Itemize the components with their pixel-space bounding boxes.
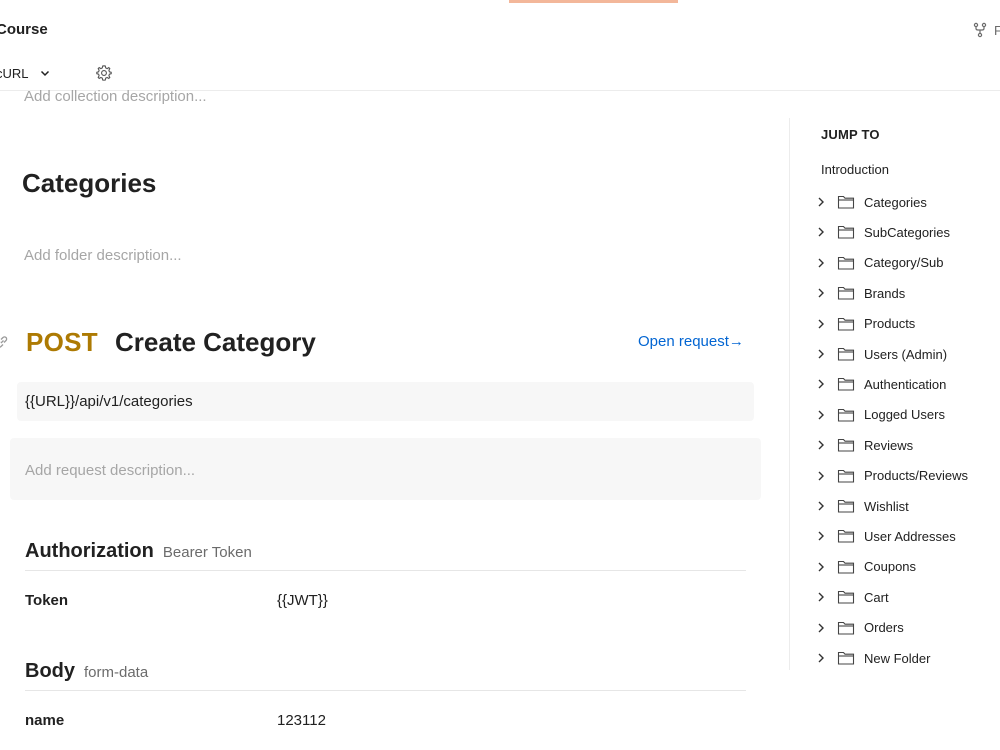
folder-icon xyxy=(837,591,855,604)
jump-to-item[interactable]: Users (Admin) xyxy=(814,344,1000,364)
jump-to-item-label: Orders xyxy=(864,620,904,636)
documentation-page: Course F cURL Add collection description… xyxy=(0,0,1000,750)
jump-to-item[interactable]: Category/Sub xyxy=(814,253,1000,273)
jump-to-item[interactable]: Wishlist xyxy=(814,496,1000,516)
chevron-right-icon xyxy=(818,440,824,450)
folder-icon xyxy=(837,560,855,574)
jump-to-item-label: Coupons xyxy=(864,559,917,575)
jump-to-item[interactable]: Reviews xyxy=(814,435,1000,455)
jump-to-item-label: Categories xyxy=(864,194,927,210)
jump-to-item[interactable]: SubCategories xyxy=(814,222,1000,242)
fork-icon xyxy=(973,22,987,38)
folder-icon xyxy=(837,530,855,543)
folder-icon xyxy=(837,378,855,391)
jump-to-item-label: Logged Users xyxy=(864,407,945,423)
collection-description[interactable]: Add collection description... xyxy=(24,88,207,105)
jump-to-item-label: Brands xyxy=(864,285,906,301)
chevron-down-icon xyxy=(40,70,49,77)
chevron-right-icon xyxy=(818,288,824,298)
jump-to-item[interactable]: Products/Reviews xyxy=(814,466,1000,486)
jump-to-item-label: SubCategories xyxy=(864,224,950,240)
folder-title: Categories xyxy=(22,168,157,198)
jump-to-item-label: Cart xyxy=(864,589,889,605)
jump-to-item-label: Category/Sub xyxy=(864,255,944,271)
auth-token-key: Token xyxy=(25,592,69,609)
folder-icon xyxy=(837,195,855,209)
language-value: cURL xyxy=(0,65,29,81)
request-url: {{URL}}/api/v1/categories xyxy=(17,382,754,421)
jump-to-item-label: Reviews xyxy=(864,437,914,453)
open-request-link[interactable]: Open request→ xyxy=(638,333,744,350)
chevron-right-icon xyxy=(818,410,824,420)
folder-icon xyxy=(837,621,855,635)
body-param-value: 123112 xyxy=(277,712,326,729)
folder-icon xyxy=(837,317,855,331)
chevron-right-icon xyxy=(818,531,824,541)
authorization-title: Authorization xyxy=(25,540,154,562)
jump-to-item-label: Products/Reviews xyxy=(864,468,969,484)
jump-to-item[interactable]: Brands xyxy=(814,283,1000,303)
folder-icon xyxy=(837,651,855,665)
jump-to-divider xyxy=(789,118,790,670)
request-method: POST xyxy=(26,327,98,357)
folder-icon xyxy=(837,499,855,513)
chevron-right-icon xyxy=(818,471,824,481)
chevron-right-icon xyxy=(818,592,824,602)
jump-to-item[interactable]: Cart xyxy=(814,587,1000,607)
folder-icon xyxy=(837,408,855,422)
fork-button[interactable]: F xyxy=(972,20,1000,40)
folder-icon xyxy=(837,256,855,270)
chevron-right-icon xyxy=(818,349,824,359)
folder-description[interactable]: Add folder description... xyxy=(24,247,182,264)
body-param-key: name xyxy=(25,712,65,729)
jump-to-item-label: Users (Admin) xyxy=(864,346,948,362)
jump-to-item-label: Authentication xyxy=(864,376,947,392)
chevron-right-icon xyxy=(818,197,824,207)
request-description[interactable]: Add request description... xyxy=(10,438,761,500)
body-divider xyxy=(25,690,746,691)
chevron-right-icon xyxy=(818,379,824,389)
authorization-header: Authorization Bearer Token xyxy=(25,540,252,563)
jump-to-item[interactable]: Authentication xyxy=(814,374,1000,394)
auth-token-value: {{JWT}} xyxy=(277,592,328,609)
authorization-divider xyxy=(25,570,746,571)
jump-to-item-label: Products xyxy=(864,316,916,332)
chevron-right-icon xyxy=(818,258,824,268)
collection-title: Course xyxy=(0,21,48,38)
language-select[interactable]: cURL xyxy=(0,64,51,82)
chevron-right-icon xyxy=(818,501,824,511)
active-tab-indicator xyxy=(509,0,678,3)
jump-to-introduction[interactable]: Introduction xyxy=(821,162,889,177)
jump-to-item[interactable]: Categories xyxy=(814,192,1000,212)
jump-to-item[interactable]: Logged Users xyxy=(814,405,1000,425)
settings-button[interactable] xyxy=(94,63,114,83)
chevron-right-icon xyxy=(818,227,824,237)
jump-to-item[interactable]: Orders xyxy=(814,618,1000,638)
folder-icon xyxy=(837,226,855,239)
jump-to-item-label: Wishlist xyxy=(864,498,909,514)
folder-icon xyxy=(837,347,855,361)
chevron-right-icon xyxy=(818,562,824,572)
jump-to-item[interactable]: User Addresses xyxy=(814,526,1000,546)
chevron-right-icon xyxy=(818,319,824,329)
folder-icon xyxy=(837,439,855,452)
jump-to-item-label: User Addresses xyxy=(864,528,956,544)
gear-icon xyxy=(96,65,112,81)
jump-to-item-label: New Folder xyxy=(864,650,931,666)
body-title: Body xyxy=(25,660,75,682)
fork-label: F xyxy=(994,22,1000,38)
body-header: Body form-data xyxy=(25,660,148,683)
jump-to-item[interactable]: Coupons xyxy=(814,557,1000,577)
request-name: Create Category xyxy=(115,327,316,357)
jump-to-item[interactable]: Products xyxy=(814,314,1000,334)
chevron-right-icon xyxy=(818,653,824,663)
body-type: form-data xyxy=(84,664,149,681)
folder-icon xyxy=(837,287,855,300)
folder-icon xyxy=(837,469,855,483)
link-icon[interactable] xyxy=(0,334,10,350)
chevron-right-icon xyxy=(818,623,824,633)
jump-to-heading: JUMP TO xyxy=(821,127,880,142)
jump-to-item[interactable]: New Folder xyxy=(814,648,1000,668)
authorization-type: Bearer Token xyxy=(162,544,252,561)
